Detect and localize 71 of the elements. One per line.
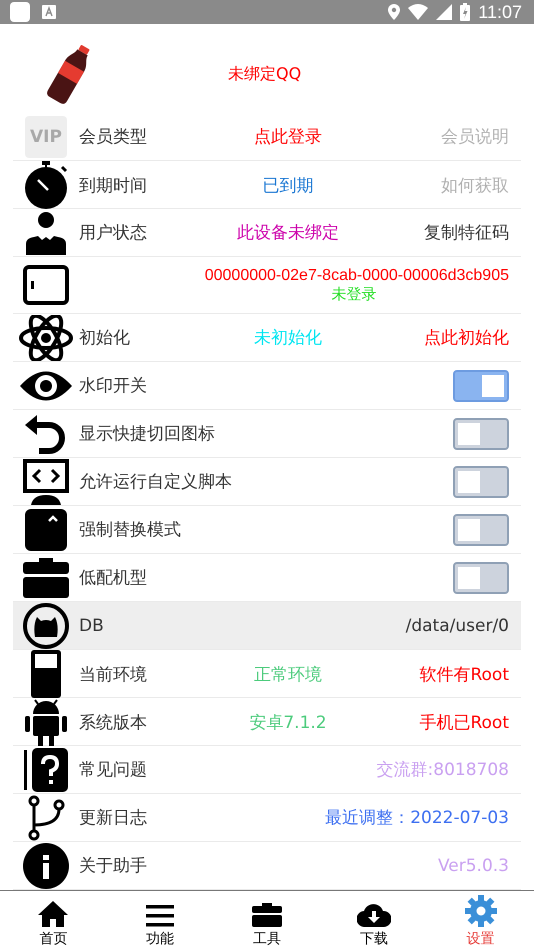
row-label: 显示快捷切回图标 bbox=[79, 423, 215, 445]
row-label: 低配机型 bbox=[79, 567, 147, 589]
tablet-icon bbox=[23, 265, 69, 305]
monitor-code-icon bbox=[23, 458, 69, 504]
nav-tab[interactable]: 首页 bbox=[13, 891, 94, 950]
menu-icon bbox=[146, 905, 174, 927]
box-icon bbox=[25, 508, 67, 550]
toggle-switch[interactable] bbox=[453, 466, 509, 498]
android-icon bbox=[25, 698, 67, 746]
row-action[interactable]: 最近调整：2022-07-03 bbox=[325, 806, 509, 829]
toolbox-icon bbox=[252, 903, 282, 927]
cat-circle-icon bbox=[23, 602, 69, 648]
stopwatch-icon bbox=[22, 161, 70, 209]
row-action[interactable]: 如何获取 bbox=[441, 174, 509, 196]
wifi-icon bbox=[408, 4, 428, 20]
row-label: 允许运行自定义脚本 bbox=[79, 471, 232, 493]
atom-icon bbox=[18, 314, 74, 360]
toggle-switch[interactable] bbox=[453, 514, 509, 546]
row-value: 正常环境 bbox=[254, 664, 322, 686]
signal-icon bbox=[436, 4, 452, 20]
qq-status: 未绑定QQ bbox=[228, 64, 302, 86]
row-value: 安卓7.1.2 bbox=[249, 712, 327, 734]
row-label: DB bbox=[79, 616, 105, 636]
battery-icon bbox=[460, 3, 470, 22]
help-icon bbox=[24, 748, 68, 792]
keyboard-icon bbox=[42, 5, 56, 20]
nav-tab[interactable]: 设置 bbox=[440, 891, 521, 950]
row-value: 点此登录 bbox=[254, 126, 322, 148]
row-action[interactable]: Ver5.0.3 bbox=[438, 856, 509, 876]
row-action[interactable]: 会员说明 bbox=[441, 125, 509, 148]
row-label: 系统版本 bbox=[79, 712, 148, 734]
list-row[interactable]: DB /data/user/0 bbox=[13, 602, 521, 650]
user-icon bbox=[24, 210, 68, 254]
device-id: 00000000-02e7-8cab-0000-00006d3cb905 bbox=[204, 266, 509, 284]
settings-icon bbox=[464, 895, 497, 927]
phone-icon bbox=[31, 650, 61, 698]
row-label: 关于助手 bbox=[79, 855, 148, 877]
row-action[interactable]: 交流群:8018708 bbox=[376, 758, 509, 781]
branch-icon bbox=[26, 794, 66, 840]
row-action[interactable]: 软件有Root bbox=[419, 662, 509, 686]
home-icon bbox=[38, 901, 68, 927]
location-icon bbox=[388, 4, 400, 20]
row-value: 已到期 bbox=[262, 174, 314, 196]
row-label: 更新日志 bbox=[79, 807, 148, 829]
vip-badge: VIP bbox=[25, 116, 67, 158]
row-action[interactable]: 复制特征码 bbox=[424, 221, 509, 244]
login-status: 未登录 bbox=[332, 284, 376, 304]
row-label: 水印开关 bbox=[79, 375, 147, 397]
row-label: 当前环境 bbox=[79, 664, 148, 686]
row-action[interactable]: 手机已Root bbox=[419, 710, 509, 734]
undo-icon bbox=[25, 412, 67, 454]
cloud-download-icon bbox=[356, 903, 391, 927]
row-label: 常见问题 bbox=[79, 759, 148, 781]
toggle-switch[interactable] bbox=[453, 370, 509, 402]
row-value: 未初始化 bbox=[254, 327, 322, 349]
row-value: 此设备未绑定 bbox=[237, 222, 339, 244]
nav-tab[interactable]: 下载 bbox=[334, 891, 414, 950]
row-label: 初始化 bbox=[79, 327, 131, 349]
clock: 11:07 bbox=[478, 2, 522, 23]
toggle-switch[interactable] bbox=[453, 562, 509, 594]
row-label: 会员类型 bbox=[79, 126, 148, 148]
nav-tab[interactable]: 功能 bbox=[120, 891, 200, 950]
app-icon bbox=[10, 2, 30, 22]
row-action: /data/user/0 bbox=[406, 616, 509, 636]
row-label: 到期时间 bbox=[79, 174, 148, 196]
row-label: 用户状态 bbox=[79, 222, 148, 244]
toggle-switch[interactable] bbox=[453, 418, 509, 450]
row-label: 强制替换模式 bbox=[79, 519, 181, 541]
row-action[interactable]: 点此初始化 bbox=[424, 326, 509, 349]
toolbox-icon bbox=[23, 558, 69, 598]
nav-tab[interactable]: 工具 bbox=[226, 891, 307, 950]
